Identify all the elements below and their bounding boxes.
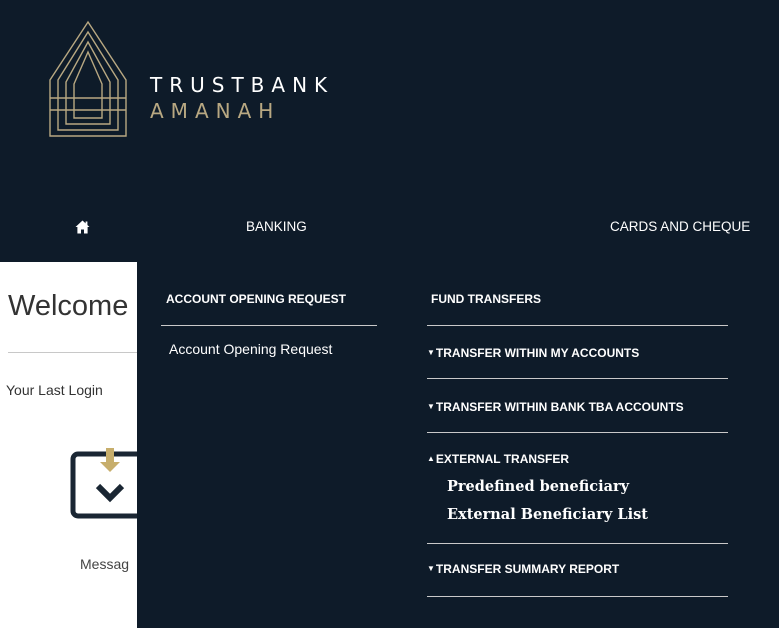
nav-banking[interactable]: BANKING	[246, 219, 307, 234]
brand-subname: AMANAH	[150, 99, 281, 123]
transfer-within-bank-tba-accounts[interactable]: ▼TRANSFER WITHIN BANK TBA ACCOUNTS	[427, 400, 684, 414]
account-opening-heading: ACCOUNT OPENING REQUEST	[166, 292, 347, 306]
caret-down-icon: ▼	[427, 564, 435, 573]
last-login-text: Your Last Login	[6, 382, 103, 398]
transfer-summary-report[interactable]: ▼TRANSFER SUMMARY REPORT	[427, 562, 619, 576]
divider	[8, 352, 148, 353]
external-beneficiary-list-link[interactable]: External Beneficiary List	[447, 506, 648, 523]
divider	[427, 432, 728, 433]
divider	[161, 325, 377, 326]
section-label: EXTERNAL TRANSFER	[435, 452, 570, 466]
banking-dropdown-menu: ACCOUNT OPENING REQUEST Account Opening …	[137, 262, 779, 628]
brand-name: TRUSTBANK	[150, 73, 335, 97]
messages-label[interactable]: Messag	[80, 556, 129, 572]
nav-cards-and-cheque[interactable]: CARDS AND CHEQUE	[610, 219, 750, 234]
external-transfer-section[interactable]: ▲EXTERNAL TRANSFER	[427, 452, 569, 466]
caret-down-icon: ▼	[427, 348, 435, 357]
welcome-heading: Welcome	[8, 290, 129, 322]
header-bar: TRUSTBANK AMANAH	[0, 0, 779, 170]
caret-down-icon: ▼	[427, 402, 435, 411]
home-icon[interactable]	[75, 220, 90, 237]
main-nav: BANKING CARDS AND CHEQUE	[0, 170, 779, 262]
section-label: TRANSFER WITHIN MY ACCOUNTS	[435, 346, 640, 360]
divider	[427, 378, 728, 379]
section-label: TRANSFER SUMMARY REPORT	[435, 562, 620, 576]
divider	[427, 596, 728, 597]
trustbank-logo-icon	[49, 20, 127, 137]
section-label: TRANSFER WITHIN BANK TBA ACCOUNTS	[435, 400, 684, 414]
predefined-beneficiary-link[interactable]: Predefined beneficiary	[447, 478, 629, 495]
home-icon-glyph	[75, 220, 90, 234]
divider	[427, 325, 728, 326]
fund-transfers-heading: FUND TRANSFERS	[431, 292, 541, 306]
caret-up-icon: ▲	[427, 454, 435, 463]
divider	[427, 543, 728, 544]
transfer-within-my-accounts[interactable]: ▼TRANSFER WITHIN MY ACCOUNTS	[427, 346, 639, 360]
account-opening-request-link[interactable]: Account Opening Request	[169, 341, 332, 357]
